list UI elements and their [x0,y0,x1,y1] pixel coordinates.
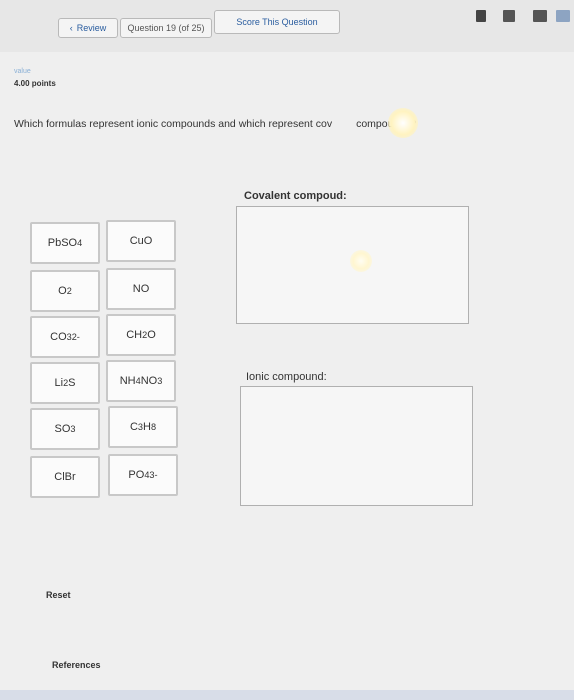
question-text: Which formulas represent ionic compounds… [14,118,416,130]
formula-tile[interactable]: CH 2 O [106,314,176,356]
screen-glare [350,250,372,272]
references-link[interactable]: References [52,660,101,670]
print-icon[interactable] [503,10,515,22]
question-text-start: Which formulas represent ionic compounds… [14,118,333,130]
review-label: Review [76,23,107,33]
formula-tile[interactable]: C3H8 [108,406,178,448]
calculator-icon[interactable] [476,10,486,22]
formula-tile[interactable]: PO 4 3- [108,454,178,496]
help-icon[interactable] [556,10,570,22]
formula-tile[interactable]: SO 3 [30,408,100,450]
formula-tile[interactable]: O2 [30,270,100,312]
reset-button[interactable]: Reset [46,590,71,600]
top-toolbar: ‹ Review Question 19 (of 25) Score This … [0,0,574,52]
ionic-zone-title: Ionic compound: [246,371,327,383]
covalent-zone-title: Covalent compoud: [244,190,347,202]
formula-tile[interactable]: NO [106,268,176,310]
screen-glare [388,108,418,138]
formula-tile[interactable]: Li 2 S [30,362,100,404]
review-button[interactable]: ‹ Review [58,18,118,38]
formula-tile[interactable]: ClBr [30,456,100,498]
formula-tile[interactable]: CO 3 2- [30,316,100,358]
book-icon[interactable] [533,10,547,22]
formula-tile[interactable]: NH 4 NO 3 [106,360,176,402]
question-counter[interactable]: Question 19 (of 25) [120,18,212,38]
formula-tile[interactable]: PbSO 4 [30,222,100,264]
points-value: 4.00 points [14,79,56,88]
bottom-bar [0,690,574,700]
chevron-left-icon: ‹ [69,23,73,33]
ionic-dropzone[interactable] [240,386,473,506]
value-label: value [14,68,31,75]
score-question-button[interactable]: Score This Question [214,10,340,34]
formula-tile[interactable]: CuO [106,220,176,262]
